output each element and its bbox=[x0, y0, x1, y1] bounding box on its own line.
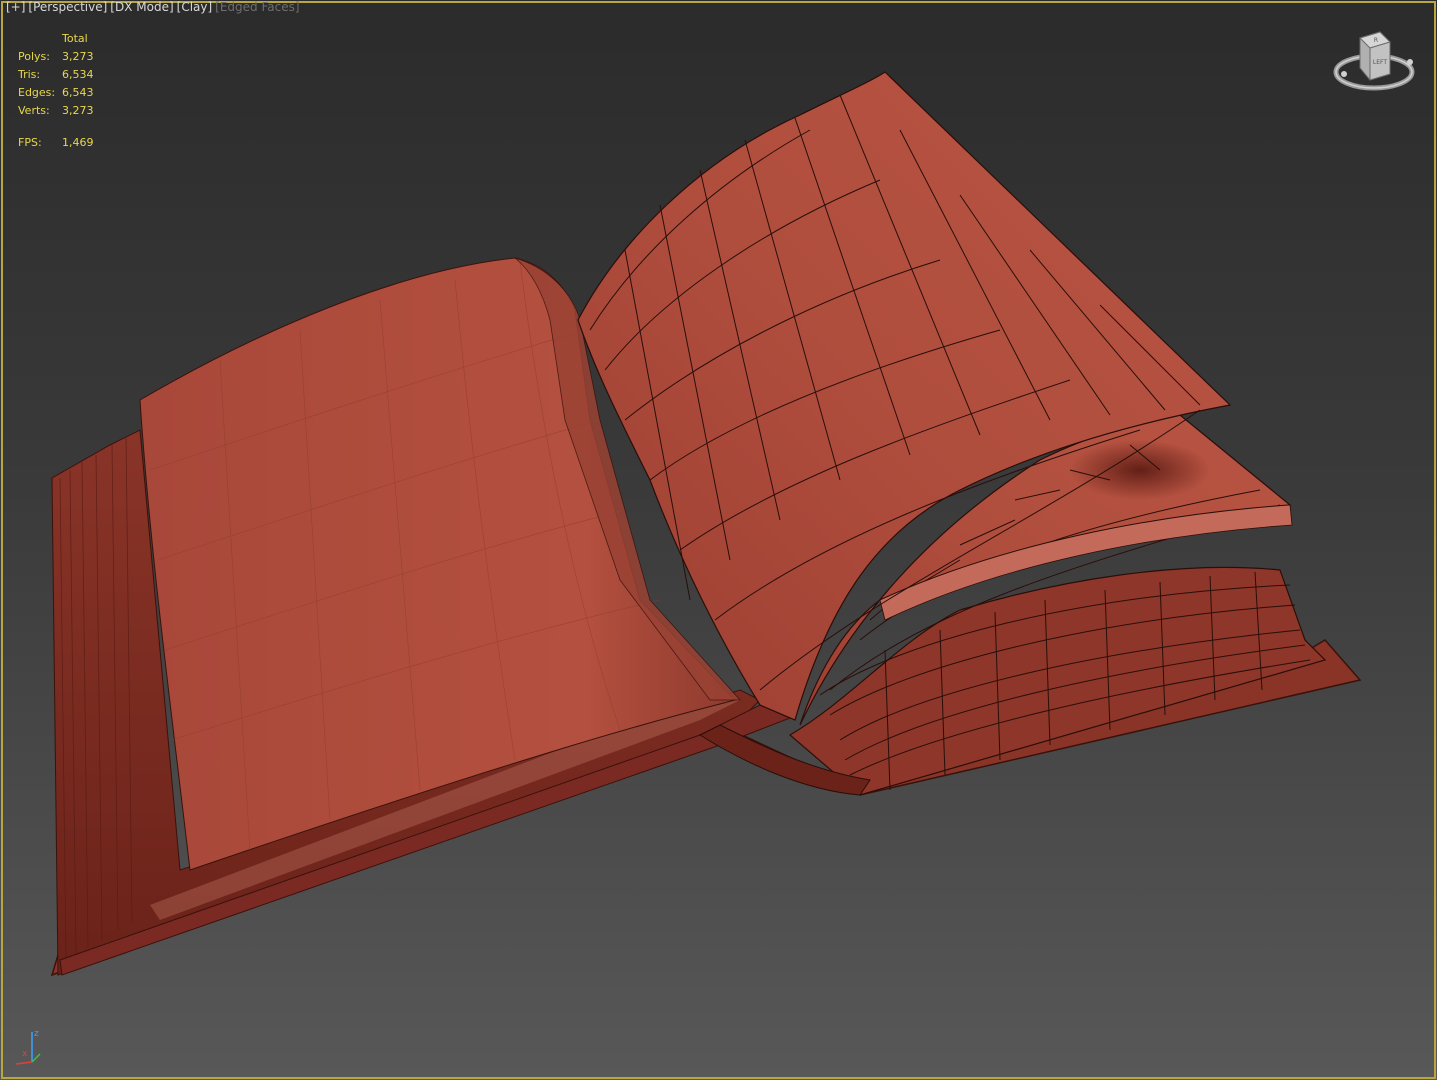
stats-row-verts: Verts: 3,273 bbox=[18, 102, 122, 120]
axis-tripod-icon: z x bbox=[10, 1026, 44, 1066]
stats-label: Tris: bbox=[18, 68, 41, 81]
statistics-overlay: Total Polys: 3,273 Tris: 6,534 Edges: 6,… bbox=[18, 30, 122, 152]
stats-label: Edges: bbox=[18, 86, 56, 99]
stats-value: 6,543 bbox=[62, 86, 94, 99]
viewport-shading-label[interactable]: [Clay] bbox=[177, 0, 213, 14]
stats-label: FPS: bbox=[18, 136, 42, 149]
viewport-view-label[interactable]: [Perspective] bbox=[28, 0, 107, 14]
viewcube-icon[interactable]: R LEFT bbox=[1330, 28, 1420, 100]
stats-row-polys: Polys: 3,273 bbox=[18, 48, 122, 66]
book-model[interactable] bbox=[0, 0, 1437, 1080]
stats-label: Verts: bbox=[18, 104, 50, 117]
axis-x-label: x bbox=[22, 1049, 28, 1059]
stats-value: 3,273 bbox=[62, 104, 94, 117]
stats-header: Total bbox=[62, 32, 88, 45]
stats-value: 6,534 bbox=[62, 68, 94, 81]
perspective-viewport[interactable]: [+] [Perspective] [DX Mode] [Clay] [Edge… bbox=[0, 0, 1437, 1080]
viewcube-top-label: R bbox=[1374, 37, 1378, 44]
viewport-plus-menu[interactable]: [+] bbox=[6, 0, 25, 14]
stats-row-tris: Tris: 6,534 bbox=[18, 66, 122, 84]
axis-z-label: z bbox=[34, 1029, 39, 1039]
stats-row-edges: Edges: 6,543 bbox=[18, 84, 122, 102]
stats-label: Polys: bbox=[18, 50, 50, 63]
viewport-driver-label[interactable]: [DX Mode] bbox=[110, 0, 173, 14]
stats-row-fps: FPS: 1,469 bbox=[18, 134, 122, 152]
stats-value: 1,469 bbox=[62, 136, 94, 149]
stats-value: 3,273 bbox=[62, 50, 94, 63]
viewcube-face-label: LEFT bbox=[1373, 59, 1387, 66]
viewport-edged-faces-label[interactable]: [Edged Faces] bbox=[215, 0, 299, 14]
right-page-block bbox=[788, 566, 1327, 796]
viewport-label-menu[interactable]: [+] [Perspective] [DX Mode] [Clay] [Edge… bbox=[6, 0, 300, 14]
